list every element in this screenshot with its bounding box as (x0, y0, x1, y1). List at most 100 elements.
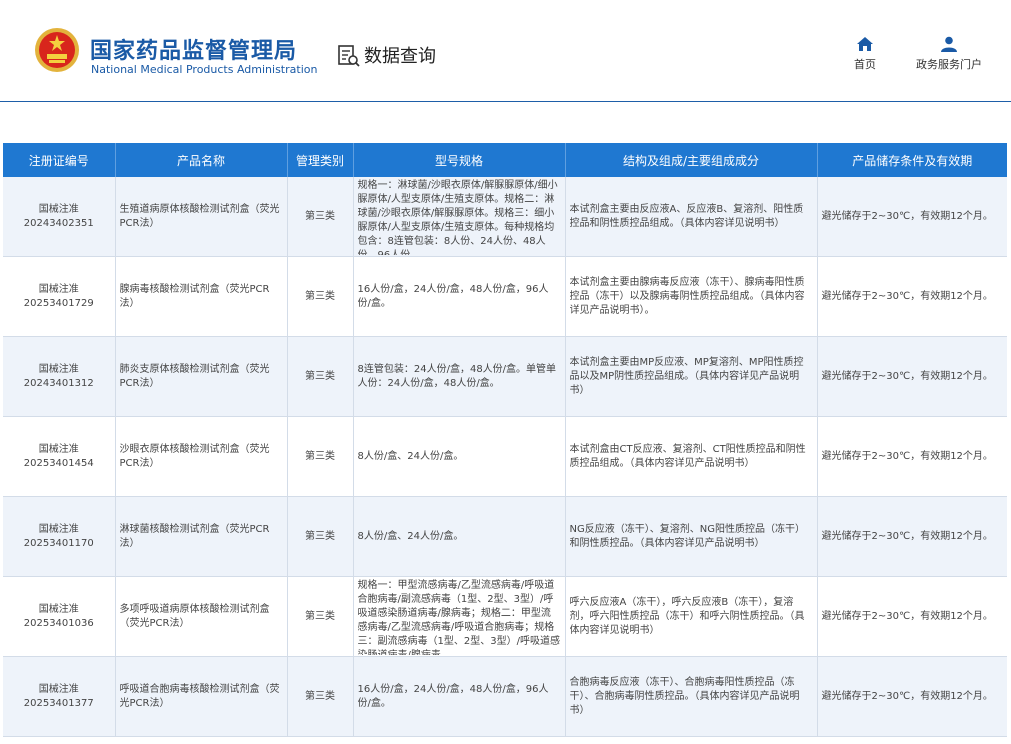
spec-text: 规格一：淋球菌/沙眼衣原体/解脲脲原体/细小脲原体/人型支原体/生殖支原体。规格… (357, 179, 558, 255)
cell-storage: 避光储存于2~30℃，有效期12个月。 (817, 177, 1007, 257)
composition-text: 本试剂盒主要由反应液A、反应液B、复溶剂、阳性质控品和阴性质控品组成。（具体内容… (569, 203, 804, 229)
cell-spec: 规格一：甲型流感病毒/乙型流感病毒/呼吸道合胞病毒/副流感病毒（1型、2型、3型… (353, 576, 566, 657)
cell-product-name: 呼吸道合胞病毒核酸检测试剂盒（荧光PCR法） (115, 656, 288, 737)
cell-storage: 避光储存于2~30℃，有效期12个月。 (817, 416, 1007, 497)
composition-text: 呼六反应液A（冻干），呼六反应液B（冻干），复溶剂，呼六阳性质控品（冻干）和呼六… (569, 596, 805, 636)
cell-product-name: 生殖道病原体核酸检测试剂盒（荧光PCR法） (115, 177, 288, 257)
col-header-composition: 结构及组成/主要组成成分 (565, 143, 818, 177)
brand-name-en: National Medical Products Administration (91, 63, 318, 76)
cell-reg-no: 国械注准 20253401036 (3, 576, 116, 657)
cell-class: 第三类 (287, 656, 354, 737)
cell-class: 第三类 (287, 496, 354, 577)
spec-text: 规格一：甲型流感病毒/乙型流感病毒/呼吸道合胞病毒/副流感病毒（1型、2型、3型… (357, 579, 560, 655)
product-name: 沙眼衣原体核酸检测试剂盒（荧光PCR法） (119, 443, 270, 469)
product-name: 生殖道病原体核酸检测试剂盒（荧光PCR法） (119, 203, 280, 229)
col-header-storage: 产品储存条件及有效期 (817, 143, 1007, 177)
col-header-product-name: 产品名称 (115, 143, 288, 177)
cell-storage: 避光储存于2~30℃，有效期12个月。 (817, 576, 1007, 657)
reg-prefix: 国械注准 (38, 283, 79, 295)
composition-text: 本试剂盒主要由MP反应液、MP复溶剂、MP阳性质控品以及MP阴性质控品组成。（具… (569, 356, 804, 396)
cell-composition: NG反应液（冻干）、复溶剂、NG阳性质控品（冻干）和阴性质控品。（具体内容详见产… (565, 496, 818, 577)
data-query-icon (338, 45, 360, 67)
cell-storage: 避光储存于2~30℃，有效期12个月。 (817, 656, 1007, 737)
product-name: 腺病毒核酸检测试剂盒（荧光PCR法） (119, 283, 270, 309)
cell-reg-no: 国械注准 20243401312 (3, 336, 116, 417)
reg-prefix: 国械注准 (38, 363, 79, 375)
nav-home-label: 首页 (854, 58, 876, 71)
site-header: 国家药品监督管理局 National Medical Products Admi… (0, 0, 1011, 102)
reg-number: 20253401170 (23, 537, 94, 549)
reg-prefix: 国械注准 (38, 523, 79, 535)
reg-number: 20243402351 (23, 217, 94, 229)
table-row: 国械注准 20253401170 淋球菌核酸检测试剂盒（荧光PCR法） 第三类 8… (3, 496, 1007, 577)
brand-name-cn: 国家药品监督管理局 (90, 39, 298, 64)
table-row: 国械注准 20243402351 生殖道病原体核酸检测试剂盒（荧光PCR法） 第三… (3, 177, 1007, 257)
section-title: 数据查询 (364, 46, 436, 67)
cell-spec: 8人份/盒、24人份/盒。 (353, 416, 566, 497)
cell-spec: 16人份/盒，24人份/盒，48人份/盒，96人份/盒。 (353, 656, 566, 737)
composition-text: 本试剂盒主要由腺病毒反应液（冻干）、腺病毒阳性质控品（冻干）以及腺病毒阴性质控品… (569, 276, 805, 316)
user-icon (941, 36, 957, 52)
composition-text: 合胞病毒反应液（冻干）、合胞病毒阳性质控品（冻干）、合胞病毒阴性质控品。（具体内… (569, 676, 800, 716)
composition-text: 本试剂盒由CT反应液、复溶剂、CT阳性质控品和阴性质控品组成。（具体内容详见产品… (569, 443, 806, 469)
nav-service-portal-label: 政务服务门户 (916, 58, 982, 71)
product-name: 多项呼吸道病原体核酸检测试剂盒（荧光PCR法） (119, 603, 270, 629)
cell-spec: 8连管包装：24人份/盒，48人份/盒。单管单人份：24人份/盒，48人份/盒。 (353, 336, 566, 417)
cell-product-name: 肺炎支原体核酸检测试剂盒（荧光PCR法） (115, 336, 288, 417)
cell-storage: 避光储存于2~30℃，有效期12个月。 (817, 496, 1007, 577)
table-row: 国械注准 20253401454 沙眼衣原体核酸检测试剂盒（荧光PCR法） 第三类… (3, 416, 1007, 497)
col-header-spec: 型号规格 (353, 143, 566, 177)
table-row: 国械注准 20253401729 腺病毒核酸检测试剂盒（荧光PCR法） 第三类 1… (3, 256, 1007, 337)
spec-text: 8人份/盒、24人份/盒。 (357, 530, 464, 542)
reg-prefix: 国械注准 (38, 683, 79, 695)
cell-spec: 16人份/盒，24人份/盒，48人份/盒，96人份/盒。 (353, 256, 566, 337)
cell-reg-no: 国械注准 20253401377 (3, 656, 116, 737)
cell-spec: 8人份/盒、24人份/盒。 (353, 496, 566, 577)
reg-number: 20253401036 (23, 617, 94, 629)
table-header-row: 注册证编号 产品名称 管理类别 型号规格 结构及组成/主要组成成分 产品储存条件… (3, 143, 1007, 177)
cell-class: 第三类 (287, 256, 354, 337)
registration-table: 注册证编号 产品名称 管理类别 型号规格 结构及组成/主要组成成分 产品储存条件… (3, 143, 1007, 737)
reg-number: 20253401729 (23, 297, 94, 309)
spec-text: 8人份/盒、24人份/盒。 (357, 450, 464, 462)
reg-prefix: 国械注准 (38, 443, 79, 455)
cell-class: 第三类 (287, 416, 354, 497)
spec-text: 8连管包装：24人份/盒，48人份/盒。单管单人份：24人份/盒，48人份/盒。 (357, 363, 557, 389)
cell-product-name: 沙眼衣原体核酸检测试剂盒（荧光PCR法） (115, 416, 288, 497)
col-header-reg-no: 注册证编号 (3, 143, 116, 177)
cell-reg-no: 国械注准 20253401729 (3, 256, 116, 337)
spec-text: 16人份/盒，24人份/盒，48人份/盒，96人份/盒。 (357, 683, 549, 709)
cell-composition: 本试剂盒主要由腺病毒反应液（冻干）、腺病毒阳性质控品（冻干）以及腺病毒阴性质控品… (565, 256, 818, 337)
cell-reg-no: 国械注准 20253401170 (3, 496, 116, 577)
cell-storage: 避光储存于2~30℃，有效期12个月。 (817, 256, 1007, 337)
national-emblem-icon (35, 28, 79, 72)
product-name: 肺炎支原体核酸检测试剂盒（荧光PCR法） (119, 363, 270, 389)
nav-service-portal[interactable]: 政务服务门户 (906, 36, 992, 72)
col-header-class: 管理类别 (287, 143, 354, 177)
home-icon (857, 37, 873, 51)
reg-number: 20243401312 (23, 377, 94, 389)
table-row: 国械注准 20243401312 肺炎支原体核酸检测试剂盒（荧光PCR法） 第三类… (3, 336, 1007, 417)
cell-composition: 本试剂盒主要由反应液A、反应液B、复溶剂、阳性质控品和阴性质控品组成。（具体内容… (565, 177, 818, 257)
reg-prefix: 国械注准 (38, 603, 79, 615)
spec-text: 16人份/盒，24人份/盒，48人份/盒，96人份/盒。 (357, 283, 549, 309)
cell-composition: 本试剂盒由CT反应液、复溶剂、CT阳性质控品和阴性质控品组成。（具体内容详见产品… (565, 416, 818, 497)
cell-product-name: 多项呼吸道病原体核酸检测试剂盒（荧光PCR法） (115, 576, 288, 657)
table-row: 国械注准 20253401036 多项呼吸道病原体核酸检测试剂盒（荧光PCR法） … (3, 576, 1007, 657)
cell-storage: 避光储存于2~30℃，有效期12个月。 (817, 336, 1007, 417)
cell-class: 第三类 (287, 576, 354, 657)
table-row: 国械注准 20253401377 呼吸道合胞病毒核酸检测试剂盒（荧光PCR法） 第… (3, 656, 1007, 737)
nav-home[interactable]: 首页 (850, 36, 880, 72)
reg-number: 20253401377 (23, 697, 94, 709)
product-name: 淋球菌核酸检测试剂盒（荧光PCR法） (119, 523, 270, 549)
cell-spec: 规格一：淋球菌/沙眼衣原体/解脲脲原体/细小脲原体/人型支原体/生殖支原体。规格… (353, 177, 566, 257)
cell-composition: 合胞病毒反应液（冻干）、合胞病毒阳性质控品（冻干）、合胞病毒阴性质控品。（具体内… (565, 656, 818, 737)
cell-composition: 本试剂盒主要由MP反应液、MP复溶剂、MP阳性质控品以及MP阴性质控品组成。（具… (565, 336, 818, 417)
cell-composition: 呼六反应液A（冻干），呼六反应液B（冻干），复溶剂，呼六阳性质控品（冻干）和呼六… (565, 576, 818, 657)
cell-class: 第三类 (287, 177, 354, 257)
reg-number: 20253401454 (23, 457, 94, 469)
composition-text: NG反应液（冻干）、复溶剂、NG阳性质控品（冻干）和阴性质控品。（具体内容详见产… (569, 523, 805, 549)
cell-product-name: 淋球菌核酸检测试剂盒（荧光PCR法） (115, 496, 288, 577)
cell-class: 第三类 (287, 336, 354, 417)
cell-reg-no: 国械注准 20253401454 (3, 416, 116, 497)
